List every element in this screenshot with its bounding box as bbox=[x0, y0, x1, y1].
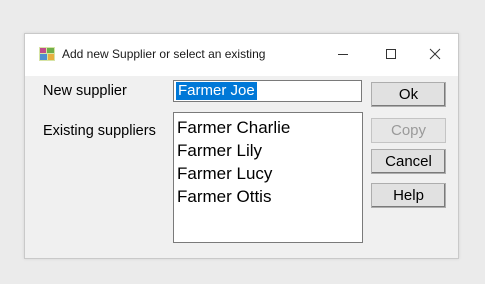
new-supplier-label: New supplier bbox=[43, 83, 127, 99]
list-item[interactable]: Farmer Charlie bbox=[174, 116, 362, 139]
existing-suppliers-label: Existing suppliers bbox=[43, 123, 156, 139]
new-supplier-value: Farmer Joe bbox=[176, 82, 257, 100]
help-button[interactable]: Help bbox=[371, 183, 446, 208]
list-item[interactable]: Farmer Ottis bbox=[174, 185, 362, 208]
ok-button[interactable]: Ok bbox=[371, 82, 446, 107]
maximize-icon[interactable] bbox=[379, 42, 403, 66]
copy-button[interactable]: Copy bbox=[371, 118, 446, 143]
window-title: Add new Supplier or select an existing bbox=[62, 47, 266, 61]
title-bar[interactable]: Add new Supplier or select an existing bbox=[25, 34, 458, 76]
list-item[interactable]: Farmer Lily bbox=[174, 139, 362, 162]
existing-suppliers-list[interactable]: Farmer Charlie Farmer Lily Farmer Lucy F… bbox=[173, 112, 363, 243]
cancel-button[interactable]: Cancel bbox=[371, 149, 446, 174]
supplier-dialog: Add new Supplier or select an existing N… bbox=[24, 33, 459, 259]
new-supplier-input[interactable]: Farmer Joe bbox=[173, 80, 362, 102]
close-icon[interactable] bbox=[423, 42, 447, 66]
list-item[interactable]: Farmer Lucy bbox=[174, 162, 362, 185]
minimize-icon[interactable] bbox=[331, 42, 355, 66]
supplier-app-icon bbox=[39, 47, 55, 61]
